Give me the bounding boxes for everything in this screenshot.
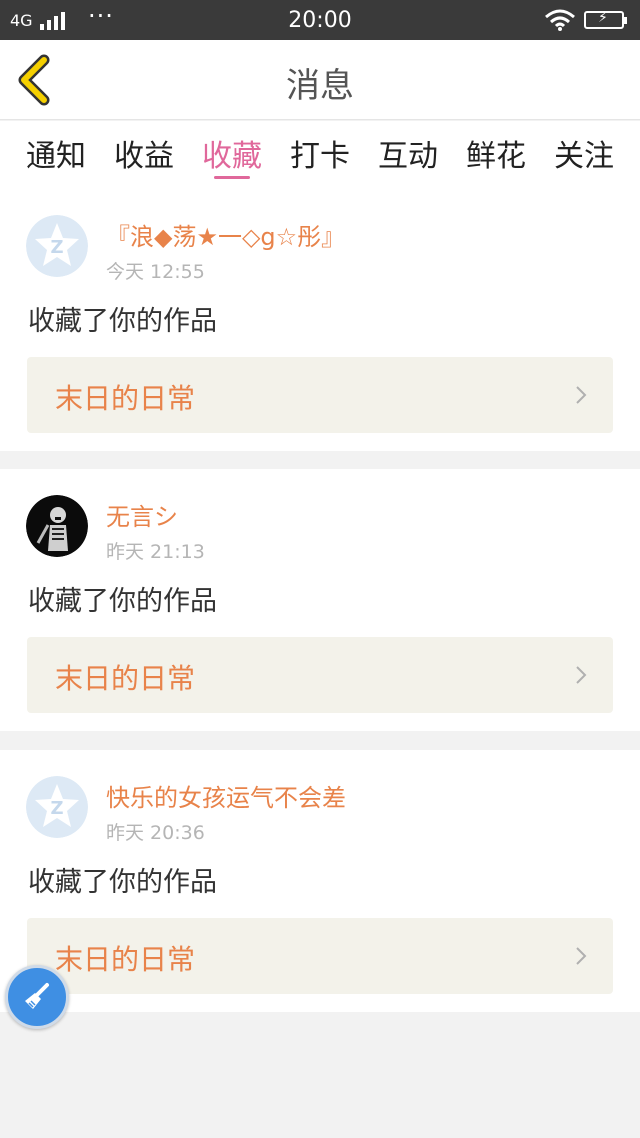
- tab-notify[interactable]: 通知: [16, 131, 96, 191]
- battery-charging-icon: ⚡: [584, 10, 627, 29]
- wifi-icon: [545, 9, 575, 31]
- chevron-right-icon: [576, 666, 587, 684]
- tab-follow[interactable]: 关注: [544, 131, 624, 191]
- default-avatar-icon[interactable]: Z: [26, 215, 88, 277]
- header: 消息: [0, 40, 640, 120]
- action-text: 收藏了你的作品: [28, 867, 217, 898]
- work-title: 末日的日常: [55, 662, 196, 695]
- username[interactable]: 『浪◆荡★一◇g☆彤』: [106, 217, 345, 252]
- work-link[interactable]: 末日的日常: [27, 357, 613, 433]
- timestamp: 昨天 21:13: [106, 541, 205, 563]
- timestamp: 昨天 20:36: [106, 822, 205, 844]
- tab-checkin[interactable]: 打卡: [280, 131, 360, 191]
- message-card: Z 快乐的女孩运气不会差 昨天 20:36 收藏了你的作品 末日的日常: [0, 750, 640, 1012]
- chevron-right-icon: [576, 947, 587, 965]
- message-card: Z 『浪◆荡★一◇g☆彤』 今天 12:55 收藏了你的作品 末日的日常: [0, 189, 640, 451]
- broom-icon: [25, 983, 49, 1009]
- message-card: 无言シ 昨天 21:13 收藏了你的作品 末日的日常: [0, 469, 640, 731]
- tab-flowers[interactable]: 鲜花: [456, 131, 536, 191]
- page-title: 消息: [286, 66, 354, 106]
- clean-floating-button[interactable]: [5, 965, 69, 1029]
- svg-text:Z: Z: [50, 798, 63, 819]
- svg-text:Z: Z: [50, 237, 63, 258]
- work-title: 末日的日常: [55, 382, 196, 415]
- work-link[interactable]: 末日的日常: [27, 918, 613, 994]
- tab-favorites[interactable]: 收藏: [192, 131, 272, 191]
- work-link[interactable]: 末日的日常: [27, 637, 613, 713]
- skeleton-avatar[interactable]: [26, 495, 88, 557]
- action-text: 收藏了你的作品: [28, 586, 217, 617]
- default-avatar-icon[interactable]: Z: [26, 776, 88, 838]
- action-text: 收藏了你的作品: [28, 306, 217, 337]
- tab-bar: 通知 收益 收藏 打卡 互动 鲜花 关注: [0, 121, 640, 191]
- active-tab-indicator: [214, 176, 250, 179]
- username[interactable]: 无言シ: [106, 497, 178, 532]
- chevron-right-icon: [576, 386, 587, 404]
- tab-earnings[interactable]: 收益: [104, 131, 184, 191]
- username[interactable]: 快乐的女孩运气不会差: [106, 778, 346, 813]
- tab-interaction[interactable]: 互动: [368, 131, 448, 191]
- status-bar: 4G ··· 20:00 ⚡: [0, 0, 640, 40]
- timestamp: 今天 12:55: [106, 261, 205, 283]
- work-title: 末日的日常: [55, 943, 196, 976]
